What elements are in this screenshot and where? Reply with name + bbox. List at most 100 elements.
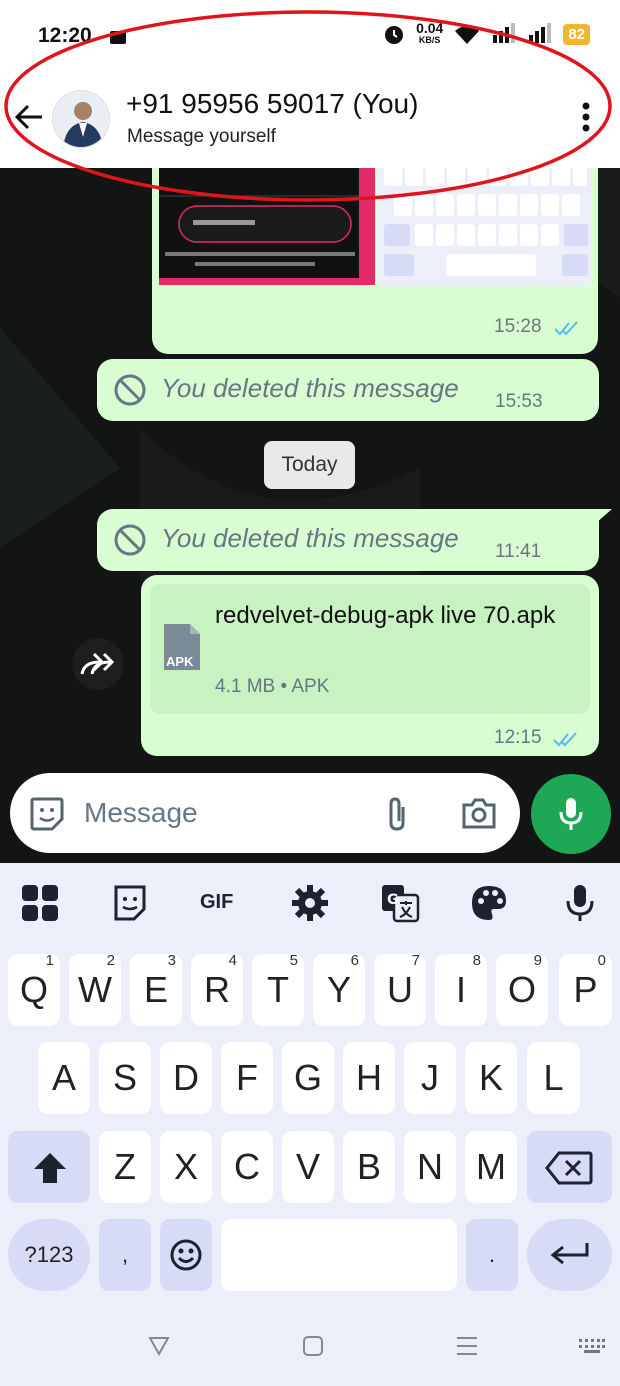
enter-arrow-icon: [550, 1243, 589, 1265]
deleted-ban-icon: [114, 524, 146, 556]
backspace-icon: [545, 1151, 593, 1185]
key-n[interactable]: N: [404, 1131, 456, 1203]
svg-text:G: G: [387, 892, 399, 908]
key-l[interactable]: L: [527, 1042, 580, 1114]
read-ticks-icon: [554, 321, 578, 336]
read-ticks-icon: [553, 732, 577, 747]
enter-key[interactable]: [527, 1219, 612, 1291]
emoji-smile-icon: [170, 1239, 202, 1271]
forward-icon: [80, 652, 115, 675]
contact-name[interactable]: +91 95956 59017 (You): [126, 88, 418, 120]
message-input[interactable]: Message: [84, 797, 198, 829]
key-r[interactable]: R4: [191, 952, 243, 1026]
camera-icon[interactable]: [460, 797, 498, 831]
numbers-key[interactable]: ?123: [8, 1219, 90, 1291]
key-q[interactable]: Q1: [8, 952, 60, 1026]
gif-button[interactable]: GIF: [200, 891, 233, 914]
bubble-tail: [596, 509, 612, 523]
key-i[interactable]: I8: [435, 952, 487, 1026]
key-j[interactable]: J: [404, 1042, 456, 1114]
wifi-icon: [455, 26, 480, 44]
backspace-key[interactable]: [527, 1131, 612, 1203]
key-x[interactable]: X: [160, 1131, 212, 1203]
recents-icon[interactable]: [455, 1336, 479, 1356]
avatar[interactable]: [52, 90, 110, 148]
key-g[interactable]: G: [282, 1042, 334, 1114]
signal-2-icon: [529, 23, 552, 43]
message-time: 15:28: [494, 316, 542, 337]
key-w[interactable]: W2: [69, 952, 121, 1026]
battery-badge: 82: [563, 23, 590, 45]
key-b[interactable]: B: [343, 1131, 395, 1203]
mic-icon: [559, 798, 583, 830]
deleted-message-text: You deleted this message: [161, 373, 459, 403]
key-z[interactable]: Z: [99, 1131, 151, 1203]
chat-header: +91 95956 59017 (You) Message yourself: [0, 68, 620, 168]
date-chip: Today: [264, 441, 355, 489]
key-f[interactable]: F: [221, 1042, 273, 1114]
key-k[interactable]: K: [465, 1042, 517, 1114]
image-message-bubble[interactable]: 15:28: [152, 168, 598, 354]
image-thumbnail-left: [159, 168, 375, 285]
key-e[interactable]: E3: [130, 952, 182, 1026]
comma-key[interactable]: ,: [99, 1219, 151, 1291]
key-d[interactable]: D: [160, 1042, 212, 1114]
key-m[interactable]: M: [465, 1131, 517, 1203]
key-y[interactable]: Y6: [313, 952, 365, 1026]
theme-palette-icon[interactable]: [469, 883, 509, 923]
shift-arrow-icon: [34, 1153, 66, 1183]
cast-icon: [110, 31, 126, 44]
chat-area[interactable]: 15:28 You deleted this message 15:53 Tod…: [0, 168, 620, 863]
home-square-icon[interactable]: [302, 1335, 324, 1357]
key-s[interactable]: S: [99, 1042, 151, 1114]
keyboard-toolbar: GIF G: [0, 863, 620, 943]
emoji-key[interactable]: [160, 1219, 212, 1291]
key-c[interactable]: C: [221, 1131, 273, 1203]
key-h[interactable]: H: [343, 1042, 395, 1114]
period-key[interactable]: .: [466, 1219, 518, 1291]
key-a[interactable]: A: [38, 1042, 90, 1114]
signal-icon: [493, 23, 516, 43]
status-time: 12:20: [38, 24, 92, 47]
deleted-message-text: You deleted this message: [161, 523, 459, 553]
shift-key[interactable]: [8, 1131, 90, 1203]
key-t[interactable]: T5: [252, 952, 304, 1026]
voice-record-button[interactable]: [531, 774, 611, 854]
deleted-message-bubble[interactable]: You deleted this message 15:53: [97, 359, 599, 421]
message-time: 12:15: [494, 727, 542, 748]
settings-gear-icon[interactable]: [290, 883, 330, 923]
deleted-message-bubble[interactable]: You deleted this message 11:41: [97, 509, 599, 571]
image-thumbnail-keyboard: [378, 168, 592, 286]
sticker-icon[interactable]: [28, 795, 66, 833]
emoji-sticker-icon[interactable]: [110, 883, 150, 923]
avatar-photo-icon: [53, 91, 109, 147]
forward-button[interactable]: [72, 638, 124, 690]
message-time: 15:53: [495, 391, 543, 412]
apk-badge: APK: [166, 654, 194, 669]
system-nav-bar: [0, 1310, 620, 1386]
key-v[interactable]: V: [282, 1131, 334, 1203]
network-speed: 0.04 KB/S: [416, 20, 444, 45]
file-name: redvelvet-debug-apk live 70.apk: [215, 602, 556, 629]
translate-icon[interactable]: G: [380, 883, 420, 923]
status-bar: 12:20 0.04 KB/S 82: [0, 0, 620, 68]
keyboard: GIF G Q1 W2 E3 R4 T5 Y6 U7 I8 O9 P0 A S …: [0, 863, 620, 1386]
alarm-icon: [385, 26, 404, 44]
file-meta: 4.1 MB • APK: [215, 676, 330, 697]
key-u[interactable]: U7: [374, 952, 426, 1026]
message-input-bar[interactable]: Message: [10, 773, 520, 853]
back-arrow-icon[interactable]: [12, 100, 46, 134]
keyboard-switch-icon[interactable]: [578, 1338, 606, 1354]
back-triangle-icon[interactable]: [148, 1336, 170, 1356]
apps-grid-icon[interactable]: [20, 883, 60, 923]
message-time: 11:41: [495, 541, 542, 562]
file-card[interactable]: APK redvelvet-debug-apk live 70.apk 4.1 …: [150, 584, 590, 714]
space-key[interactable]: [221, 1219, 457, 1291]
deleted-ban-icon: [114, 374, 146, 406]
contact-subtitle: Message yourself: [127, 126, 276, 147]
voice-input-icon[interactable]: [560, 883, 600, 923]
key-o[interactable]: O9: [496, 952, 548, 1026]
more-options-icon[interactable]: [582, 102, 590, 132]
attach-icon[interactable]: [383, 795, 411, 833]
key-p[interactable]: P0: [559, 952, 612, 1026]
